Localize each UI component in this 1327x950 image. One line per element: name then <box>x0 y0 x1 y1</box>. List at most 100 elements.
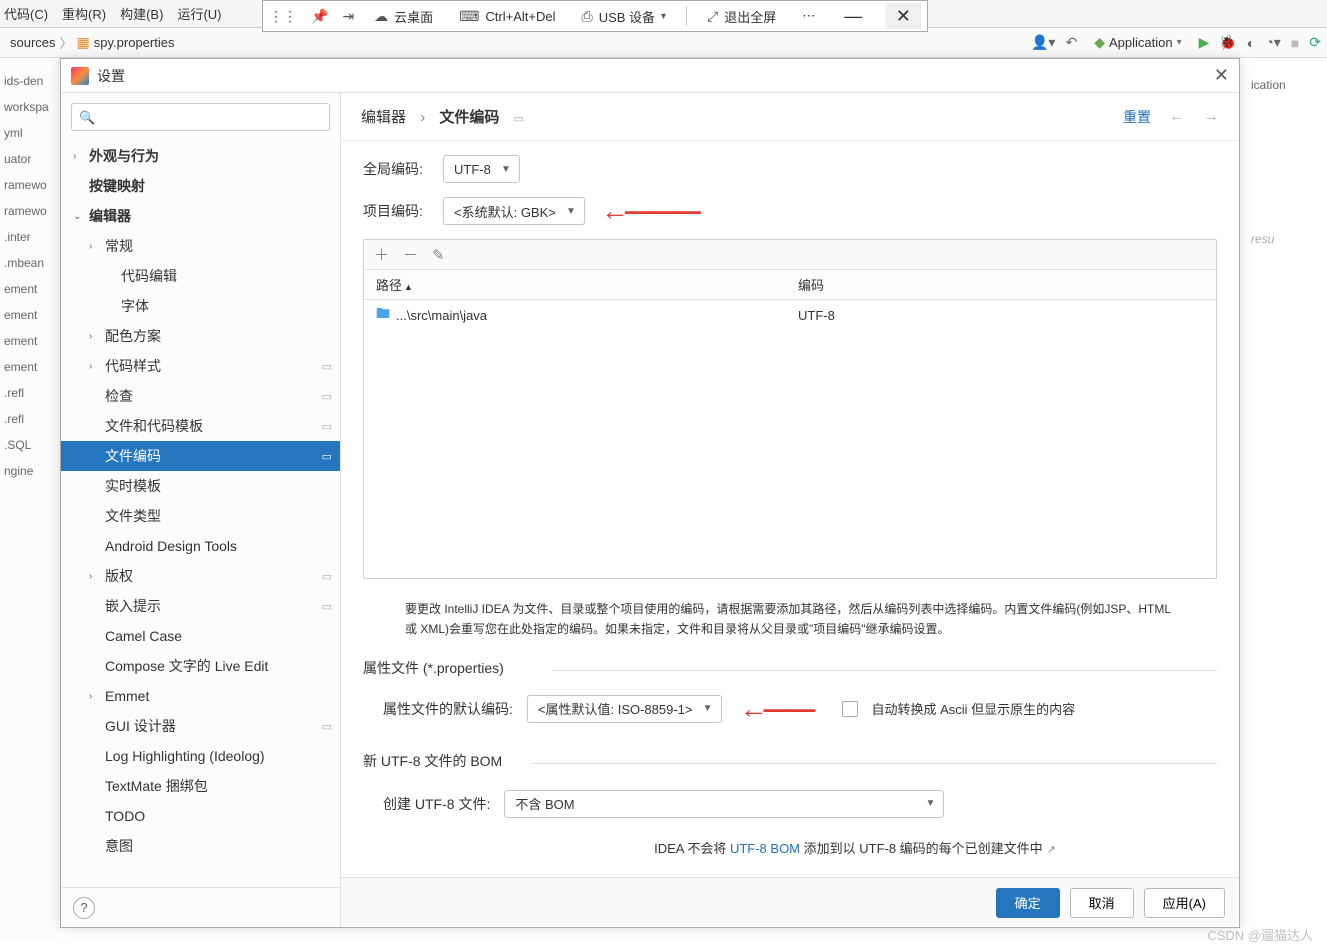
breadcrumb-folder[interactable]: sources <box>10 35 56 50</box>
dialog-footer: 确定 取消 应用(A) <box>341 877 1239 927</box>
settings-tree[interactable]: ›外观与行为按键映射⌄编辑器›常规代码编辑字体›配色方案›代码样式▭检查▭文件和… <box>61 141 340 887</box>
menu-refactor[interactable]: 重构(R) <box>62 4 106 23</box>
tree-item-5[interactable]: 字体 <box>61 291 340 321</box>
coverage-icon[interactable]: ◐ <box>1247 35 1255 51</box>
props-encoding-label: 属性文件的默认编码: <box>383 699 513 719</box>
exit-fullscreen-button[interactable]: ⤢退出全屏 <box>701 5 782 28</box>
fit-icon[interactable]: ⇥ <box>342 8 354 25</box>
edit-icon[interactable]: ✎ <box>432 246 445 264</box>
menu-run[interactable]: 运行(U) <box>177 4 221 23</box>
close-icon[interactable]: ✕ <box>1214 65 1229 86</box>
external-link-icon: ↗ <box>1047 844 1056 856</box>
stop-icon[interactable]: ■ <box>1291 35 1299 51</box>
encoding-hint-text: 要更改 IntelliJ IDEA 为文件、目录或整个项目使用的编码，请根据需要… <box>405 599 1175 640</box>
bom-dropdown[interactable]: 不含 BOM▼ <box>504 790 944 818</box>
debug-icon[interactable]: 🐞 <box>1219 34 1236 51</box>
chevron-icon: › <box>89 571 105 582</box>
breadcrumb-file[interactable]: spy.properties <box>94 35 175 50</box>
ok-button[interactable]: 确定 <box>996 888 1060 918</box>
minimize-button[interactable]: — <box>835 3 871 29</box>
tree-item-1[interactable]: 按键映射 <box>61 171 340 201</box>
props-encoding-dropdown[interactable]: <属性默认值: ISO-8859-1>▼ <box>527 695 722 723</box>
project-encoding-dropdown[interactable]: <系统默认: GBK>▼ <box>443 197 585 225</box>
close-remote-button[interactable]: ✕ <box>885 3 921 29</box>
tree-item-22[interactable]: TODO <box>61 801 340 831</box>
settings-content: 编辑器 › 文件编码 ▭ 重置 ← → 全局编码: UTF-8▼ <box>341 93 1239 927</box>
tree-item-23[interactable]: 意图 <box>61 831 340 861</box>
tree-item-10[interactable]: 文件编码▭ <box>61 441 340 471</box>
settings-dialog: 设置 ✕ 🔍 ›外观与行为按键映射⌄编辑器›常规代码编辑字体›配色方案›代码样式… <box>60 58 1240 928</box>
reset-link[interactable]: 重置 <box>1123 107 1151 127</box>
search-input[interactable] <box>71 103 330 131</box>
file-icon: ▦ <box>77 34 90 51</box>
tree-item-11[interactable]: 实时模板 <box>61 471 340 501</box>
tree-item-14[interactable]: ›版权▭ <box>61 561 340 591</box>
chevron-down-icon: ▾ <box>661 11 666 22</box>
tree-item-9[interactable]: 文件和代码模板▭ <box>61 411 340 441</box>
chevron-icon: › <box>89 691 105 702</box>
breadcrumb-separator: 〉 <box>60 33 73 52</box>
usb-devices-button[interactable]: ⎙USB 设备▾ <box>575 5 672 28</box>
chevron-icon: ⌄ <box>73 211 89 222</box>
tree-item-0[interactable]: ›外观与行为 <box>61 141 340 171</box>
tree-item-19[interactable]: GUI 设计器▭ <box>61 711 340 741</box>
sort-asc-icon: ▲ <box>404 282 413 292</box>
back-arrow-icon[interactable]: ← <box>1169 108 1185 126</box>
chevron-down-icon: ▼ <box>501 164 511 175</box>
tree-item-15[interactable]: 嵌入提示▭ <box>61 591 340 621</box>
tree-item-13[interactable]: Android Design Tools <box>61 531 340 561</box>
th-path[interactable]: 路径▲ <box>364 275 786 294</box>
tree-item-16[interactable]: Camel Case <box>61 621 340 651</box>
ascii-checkbox[interactable] <box>842 701 858 717</box>
grip-icon[interactable]: ⋮⋮ <box>269 8 297 25</box>
more-button[interactable]: ⋯ <box>796 6 821 26</box>
tree-item-2[interactable]: ⌄编辑器 <box>61 201 340 231</box>
ctrl-alt-del-button[interactable]: ⌨Ctrl+Alt+Del <box>453 6 561 27</box>
menu-build[interactable]: 构建(B) <box>120 4 163 23</box>
profiler-icon[interactable]: ◔▾ <box>1265 34 1280 51</box>
usb-icon: ⎙ <box>581 8 592 25</box>
content-breadcrumb: 编辑器 › 文件编码 ▭ <box>361 106 532 127</box>
add-icon[interactable]: ＋ <box>374 244 389 265</box>
dialog-title: 设置 <box>97 66 125 86</box>
bom-section-title: 新 UTF-8 文件的 BOM <box>363 751 1217 771</box>
encoding-table: ＋ － ✎ 路径▲ 编码 🖿...\src\main\java UTF-8 <box>363 239 1217 579</box>
tree-item-20[interactable]: Log Highlighting (Ideolog) <box>61 741 340 771</box>
th-encoding[interactable]: 编码 <box>786 275 1216 294</box>
tree-item-21[interactable]: TextMate 捆绑包 <box>61 771 340 801</box>
tree-item-4[interactable]: 代码编辑 <box>61 261 340 291</box>
menu-code[interactable]: 代码(C) <box>4 4 48 23</box>
run-config-dropdown[interactable]: ◆ Application ▾ <box>1087 31 1188 54</box>
cancel-button[interactable]: 取消 <box>1070 888 1134 918</box>
tree-item-12[interactable]: 文件类型 <box>61 501 340 531</box>
folder-icon: 🖿 <box>376 303 390 327</box>
table-row[interactable]: 🖿...\src\main\java UTF-8 <box>364 300 1216 330</box>
project-tree-partial: ids-denworkspaymluatorrameworamewo.inter… <box>0 58 60 938</box>
remove-icon[interactable]: － <box>403 244 418 265</box>
bom-create-label: 创建 UTF-8 文件: <box>383 794 490 814</box>
cloud-desktop-button[interactable]: ☁云桌面 <box>368 5 439 28</box>
tree-item-18[interactable]: ›Emmet <box>61 681 340 711</box>
global-encoding-dropdown[interactable]: UTF-8▼ <box>443 155 520 183</box>
tree-item-3[interactable]: ›常规 <box>61 231 340 261</box>
keyboard-icon: ⌨ <box>459 8 479 25</box>
cloud-icon: ☁ <box>374 8 388 25</box>
tree-item-7[interactable]: ›代码样式▭ <box>61 351 340 381</box>
apply-button[interactable]: 应用(A) <box>1144 888 1225 918</box>
bom-hint-text: IDEA 不会将 UTF-8 BOM 添加到以 UTF-8 编码的每个已创建文件… <box>493 838 1217 857</box>
tree-item-6[interactable]: ›配色方案 <box>61 321 340 351</box>
dialog-titlebar: 设置 ✕ <box>61 59 1239 93</box>
chevron-down-icon: ▼ <box>925 798 935 809</box>
forward-arrow-icon[interactable]: → <box>1203 108 1219 126</box>
run-icon[interactable]: ▶ <box>1199 34 1210 51</box>
sync-icon[interactable]: ⟳ <box>1309 34 1321 51</box>
back-icon[interactable]: ↶ <box>1065 34 1077 51</box>
pin-icon[interactable]: 📌 <box>311 8 328 25</box>
utf8-bom-link[interactable]: UTF-8 BOM <box>730 841 800 856</box>
user-icon[interactable]: 👤▾ <box>1031 34 1055 51</box>
help-button[interactable]: ? <box>61 887 340 927</box>
tree-item-17[interactable]: Compose 文字的 Live Edit <box>61 651 340 681</box>
chevron-icon: › <box>73 151 89 162</box>
tree-item-8[interactable]: 检查▭ <box>61 381 340 411</box>
annotation-arrow-icon: ←——— <box>601 195 697 227</box>
